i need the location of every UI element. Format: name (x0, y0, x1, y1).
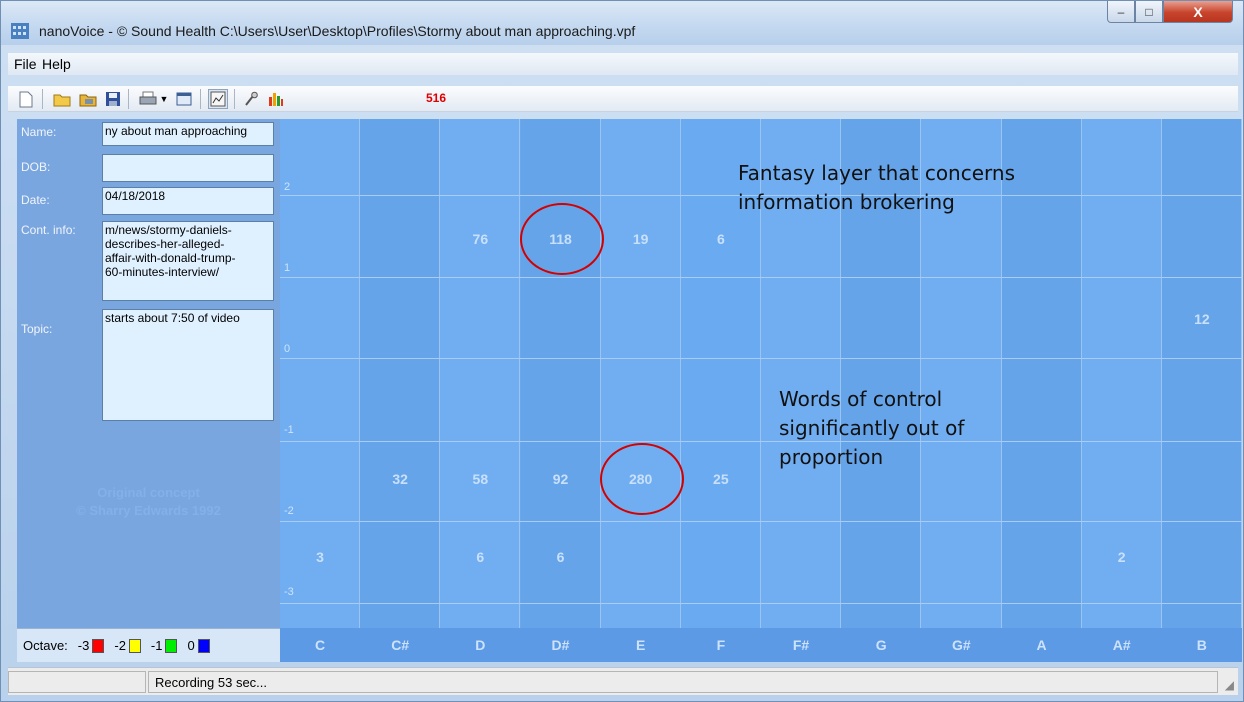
highlight-circle-118 (520, 203, 604, 275)
cont-info-field[interactable]: m/news/stormy-daniels- describes-her-all… (102, 221, 274, 301)
open-icon[interactable] (52, 89, 72, 109)
profile-panel: Name: ny about man approaching DOB: Date… (17, 119, 280, 662)
note-label: D (475, 637, 486, 653)
title-bar[interactable]: nanoVoice - © Sound Health C:\Users\User… (1, 1, 1243, 45)
menu-bar: File Help (8, 53, 1238, 75)
cell-value: 76 (472, 231, 489, 247)
octave-swatch (128, 638, 141, 653)
annotation-fantasy-layer: Fantasy layer that concerns information … (738, 161, 1015, 214)
dob-label: DOB: (21, 160, 51, 174)
octave-item-minus3: -3 (78, 638, 105, 653)
maximize-button[interactable]: □ (1135, 1, 1163, 23)
maximize-icon: □ (1145, 4, 1153, 19)
cell-value: 58 (472, 471, 489, 487)
note-label: A# (1112, 637, 1131, 653)
app-window: nanoVoice - © Sound Health C:\Users\User… (0, 0, 1244, 702)
window-title: nanoVoice - © Sound Health C:\Users\User… (39, 23, 636, 39)
y-tick-label: -1 (284, 424, 294, 436)
note-label: E (636, 637, 646, 653)
date-field[interactable]: 04/18/2018 (102, 187, 274, 215)
status-bar: Recording 53 sec... ◢ (8, 667, 1238, 695)
concept-line1: Original concept (97, 485, 200, 500)
minimize-button[interactable]: – (1107, 1, 1135, 23)
note-label: B (1196, 637, 1207, 653)
y-tick-label: -2 (284, 505, 294, 517)
note-label: F (716, 637, 726, 653)
octave-item-minus2: -2 (114, 638, 141, 653)
menu-help[interactable]: Help (42, 56, 71, 72)
note-label: C# (391, 637, 410, 653)
status-pane-left (8, 671, 146, 693)
cell-value: 32 (392, 471, 408, 487)
toolbar: ▼ 516 (8, 86, 1238, 112)
note-label: D# (551, 637, 570, 653)
octave-swatch (165, 638, 178, 653)
grid-row-line (280, 521, 1242, 522)
name-field[interactable]: ny about man approaching (102, 122, 274, 146)
note-label: C (314, 637, 326, 653)
close-button[interactable]: X (1163, 1, 1233, 23)
open-folder-icon[interactable] (78, 89, 98, 109)
y-tick-label: 1 (284, 262, 291, 274)
minimize-icon: – (1117, 4, 1125, 19)
octave-swatch (197, 638, 210, 653)
y-tick-label: -3 (284, 586, 294, 598)
topic-field[interactable]: starts about 7:50 of video (102, 309, 274, 421)
cell-value: 6 (716, 231, 725, 247)
octave-swatch (92, 638, 105, 653)
grid-row-line (280, 277, 1242, 278)
topic-label: Topic: (21, 322, 53, 336)
grid-row-line (280, 441, 1242, 442)
cell-value: 6 (476, 549, 485, 565)
octave-label: Octave: (23, 638, 68, 653)
dob-field[interactable] (102, 154, 274, 182)
cell-value: 6 (556, 549, 565, 565)
note-label: G# (952, 637, 971, 653)
window-icon[interactable] (174, 89, 194, 109)
new-icon[interactable] (16, 89, 36, 109)
app-icon (11, 23, 29, 39)
menu-file[interactable]: File (14, 56, 37, 72)
grid-row-line (280, 358, 1242, 359)
dropdown-icon[interactable]: ▼ (158, 89, 170, 109)
microphone-icon[interactable] (241, 89, 261, 109)
cell-value: 12 (1194, 311, 1210, 327)
annotation-words-of-control: Words of control significantly out of pr… (779, 387, 965, 469)
note-label: A (1036, 637, 1047, 653)
cell-value: 19 (632, 231, 649, 247)
octave-item-0: 0 (187, 638, 210, 653)
note-label: G (875, 637, 887, 653)
frequency-grid: 2 1 0 -1 -2 -3 76 118 19 6 12 32 58 92 280 25 3 6 6 2 C C# D D#… (280, 119, 1242, 662)
cell-value: 2 (1117, 549, 1126, 565)
cell-value: 25 (713, 471, 729, 487)
note-label: F# (792, 637, 810, 653)
octave-legend: Octave: -3 -2 -1 0 (17, 628, 280, 662)
cell-value: 3 (316, 549, 324, 565)
y-tick-label: 2 (284, 181, 291, 193)
y-tick-label: 0 (284, 343, 291, 355)
status-text: Recording 53 sec... (148, 671, 1218, 693)
close-icon: X (1193, 3, 1203, 20)
cell-value: 92 (552, 471, 569, 487)
concept-line2: © Sharry Edwards 1992 (76, 503, 221, 518)
resize-grip-icon[interactable]: ◢ (1225, 678, 1234, 692)
grid-row-line (280, 603, 1242, 604)
octave-item-minus1: -1 (151, 638, 178, 653)
print-icon[interactable] (138, 89, 158, 109)
highlight-circle-280 (600, 443, 684, 515)
chart-view-icon[interactable] (208, 89, 228, 109)
save-icon[interactable] (103, 89, 123, 109)
cont-info-label: Cont. info: (21, 223, 76, 237)
sample-count: 516 (426, 91, 447, 105)
bar-chart-icon[interactable] (266, 89, 286, 109)
name-label: Name: (21, 125, 57, 139)
date-label: Date: (21, 193, 50, 207)
